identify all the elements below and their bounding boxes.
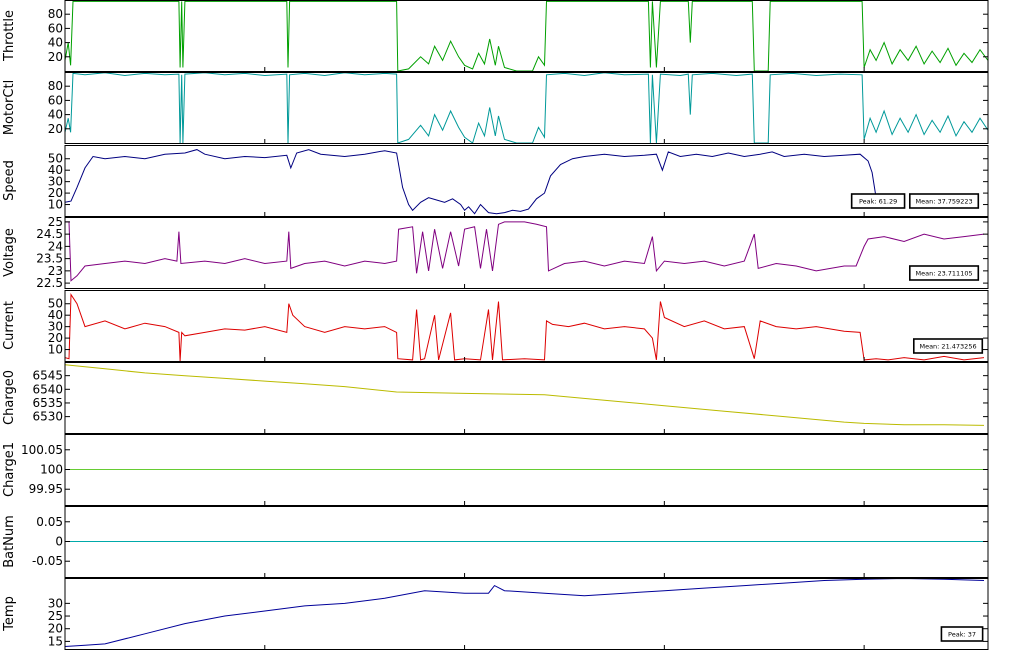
voltage-ytick-label: 23.5 bbox=[36, 252, 63, 266]
throttle-ytick-label: 60 bbox=[48, 21, 63, 35]
speed-annotation: Mean: 37.759223 bbox=[908, 193, 980, 209]
charge0-ytick-label: 6540 bbox=[32, 382, 63, 396]
charge0-ytick-label: 6530 bbox=[32, 410, 63, 424]
charge1-ytick-label: 99.95 bbox=[29, 482, 63, 496]
voltage-ylabel: Voltage bbox=[2, 228, 17, 277]
motorctl-ytick-label: 20 bbox=[48, 122, 63, 136]
voltage-ytick-label: 24 bbox=[48, 239, 63, 253]
voltage-frame bbox=[64, 217, 989, 289]
throttle-series-line bbox=[65, 0, 988, 71]
speed-annotation-text: Mean: 37.759223 bbox=[915, 198, 972, 206]
voltage-annotation: Mean: 23.711105 bbox=[908, 265, 980, 281]
panel-temp: 15202530 Temp Peak: 37 bbox=[2, 578, 989, 650]
panel-voltage: 22.52323.52424.525 Voltage Mean: 23.711105 bbox=[2, 215, 989, 290]
speed-ytick-label: 50 bbox=[48, 152, 63, 166]
speed-annotation: Peak: 61.29 bbox=[850, 193, 906, 209]
speed-ylabel: Speed bbox=[2, 160, 17, 201]
motorctl-ytick-label: 40 bbox=[48, 108, 63, 122]
current-ylabel: Current bbox=[2, 301, 17, 350]
voltage-ytick-label: 22.5 bbox=[36, 276, 63, 290]
charge0-ylabel: Charge0 bbox=[2, 370, 17, 425]
speed-annotation-text: Peak: 61.29 bbox=[859, 198, 897, 206]
current-frame bbox=[64, 290, 989, 362]
stacked-line-charts: 20406080Throttle20406080MotorCtl10203040… bbox=[2, 0, 989, 655]
batnum-ytick-label: 0.05 bbox=[36, 515, 63, 529]
throttle-ytick-label: 20 bbox=[48, 50, 63, 64]
temp-annotation: Peak: 37 bbox=[940, 626, 984, 642]
temp-ytick-label: 30 bbox=[48, 596, 63, 610]
motorctl-ytick-label: 80 bbox=[48, 79, 63, 93]
panel-charge1: 99.95 100 100.05 Charge1 bbox=[2, 434, 989, 506]
panel-charge0: 6530653565406545 Charge0 bbox=[2, 362, 989, 434]
temp-annotation-text: Peak: 37 bbox=[948, 631, 976, 639]
motorctl-ytick-label: 60 bbox=[48, 93, 63, 107]
temp-ytick-label: 15 bbox=[48, 634, 63, 648]
batnum-ytick-label: -0.05 bbox=[32, 554, 63, 568]
throttle-ylabel: Throttle bbox=[2, 10, 17, 62]
throttle-frame bbox=[64, 0, 989, 72]
current-ytick-label: 50 bbox=[48, 297, 63, 311]
panel-batnum: -0.05 0 0.05 BatNum bbox=[2, 506, 989, 578]
voltage-series-line bbox=[65, 221, 985, 282]
current-annotation-text: Mean: 21.473256 bbox=[919, 343, 976, 351]
panel-speed: 1020304050SpeedPeak: 61.29 Mean: 37.75922… bbox=[2, 145, 989, 217]
panel-current: 1020304050Current Mean: 21.473256 bbox=[2, 290, 989, 362]
temp-ytick-label: 25 bbox=[48, 609, 63, 623]
speed-series-line bbox=[65, 149, 901, 215]
temp-ylabel: Temp bbox=[2, 596, 17, 632]
motorctl-ylabel: MotorCtl bbox=[2, 80, 17, 135]
panel-motorctl: 20406080 MotorCtl bbox=[2, 72, 989, 144]
motorctl-frame bbox=[64, 72, 989, 144]
temp-series-line bbox=[65, 578, 985, 647]
telemetry-figure: 20 40 60 80 Throttle 20 40 60 80 MotorCtl 10 20 30 40… bbox=[0, 0, 1024, 655]
charge1-ytick-label: 100 bbox=[40, 463, 63, 477]
batnum-ylabel: BatNum bbox=[2, 515, 17, 568]
batnum-ytick-label: 0 bbox=[55, 535, 63, 549]
panel-throttle: 20406080 Throttle bbox=[2, 0, 989, 72]
current-annotation: Mean: 21.473256 bbox=[912, 338, 984, 354]
motorctl-series-line bbox=[65, 72, 988, 143]
charge1-ylabel: Charge1 bbox=[2, 442, 17, 497]
throttle-ytick-label: 40 bbox=[48, 36, 63, 50]
voltage-annotation-text: Mean: 23.711105 bbox=[915, 270, 972, 278]
charge0-series-line bbox=[65, 364, 985, 426]
current-series-line bbox=[65, 293, 985, 361]
temp-frame bbox=[64, 578, 989, 650]
temp-ytick-label: 20 bbox=[48, 622, 63, 636]
charge1-ytick-label: 100.05 bbox=[21, 443, 63, 457]
voltage-ytick-label: 24.5 bbox=[36, 227, 63, 241]
charge0-ytick-label: 6545 bbox=[32, 369, 63, 383]
charge0-ytick-label: 6535 bbox=[32, 396, 63, 410]
speed-frame bbox=[64, 145, 989, 217]
throttle-ytick-label: 80 bbox=[48, 7, 63, 21]
voltage-ytick-label: 25 bbox=[48, 215, 63, 229]
voltage-ytick-label: 23 bbox=[48, 264, 63, 278]
